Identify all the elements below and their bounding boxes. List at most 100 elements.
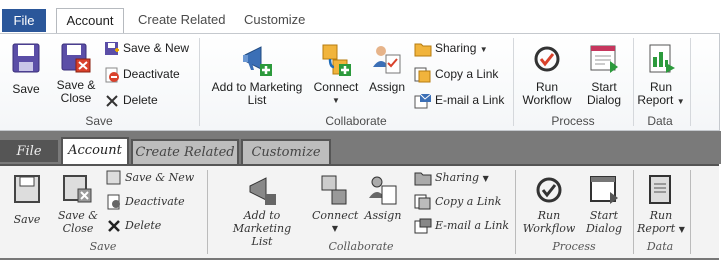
save-new-icon — [105, 41, 119, 55]
sketch-tab-file[interactable]: File — [0, 140, 58, 162]
tab-customize[interactable]: Customize — [244, 8, 305, 32]
group-divider — [199, 38, 200, 126]
save-button-label: Save — [12, 82, 40, 96]
sketch-tab-customize[interactable]: Customize — [241, 139, 331, 165]
sketch-group-label-collaborate: Collaborate — [328, 240, 394, 253]
sketch-assign-button[interactable]: Assign — [360, 174, 406, 222]
ribbon-tab-strip: File Account Create Related Customize — [0, 0, 721, 35]
sketch-copy-link-label: Copy a Link — [435, 195, 502, 208]
sketch-save-new-label: Save & New — [125, 171, 195, 184]
sketch-start-dialog-button[interactable]: Start Dialog — [580, 174, 628, 235]
sketch-run-report-dropdown-arrow[interactable]: ▼ — [679, 225, 685, 234]
sketch-delete-icon — [108, 220, 120, 232]
email-link-button[interactable]: E-mail a Link — [414, 90, 504, 110]
sketch-tab-account[interactable]: Account — [61, 137, 129, 167]
sketch-copy-link-button[interactable]: Copy a Link — [414, 192, 501, 212]
sketch-save-close-button[interactable]: Save & Close — [54, 174, 102, 235]
sketch-assign-label: Assign — [364, 209, 402, 222]
save-button[interactable]: Save — [6, 43, 46, 96]
copy-link-button[interactable]: Copy a Link — [414, 64, 498, 84]
sketch-group-label-data: Data — [646, 240, 674, 253]
start-dialog-button[interactable]: Start Dialog — [580, 43, 628, 107]
run-report-button[interactable]: Run Report ▼ — [636, 43, 686, 108]
ribbon-body: Save Save & Close Save & New Deactivate … — [0, 33, 720, 131]
sketch-deactivate-label: Deactivate — [125, 195, 185, 208]
delete-button[interactable]: Delete — [104, 90, 158, 110]
run-workflow-button[interactable]: Run Workflow — [518, 43, 576, 107]
megaphone-icon — [243, 46, 272, 76]
sketch-tab-create-related[interactable]: Create Related — [131, 139, 239, 165]
sketch-delete-label: Delete — [125, 219, 162, 232]
save-new-button[interactable]: Save & New — [104, 38, 189, 58]
run-report-label-2: Report ▼ — [636, 94, 686, 108]
connect-button[interactable]: Connect ▼ — [312, 43, 360, 107]
sketch-run-report-button[interactable]: Run Report ▼ — [636, 174, 686, 236]
save-new-label: Save & New — [123, 41, 190, 55]
run-workflow-label-2: Workflow — [522, 93, 572, 107]
sketch-sharing-icon — [414, 172, 432, 186]
sharing-icon — [414, 43, 432, 57]
sketch-delete-button[interactable]: Delete — [106, 216, 161, 236]
group-label-save: Save — [85, 114, 113, 128]
dialog-icon — [590, 45, 618, 73]
run-report-dropdown-arrow[interactable]: ▼ — [677, 97, 685, 106]
sketch-sharing-button[interactable]: Sharing ▼ — [414, 168, 489, 188]
sharing-dropdown-arrow[interactable]: ▼ — [480, 45, 488, 54]
group-divider — [690, 38, 691, 126]
sketch-sharing-label: Sharing — [435, 171, 480, 184]
sketch-tab-strip: File Account Create Related Customize — [0, 131, 721, 167]
sketch-sharing-dropdown-arrow[interactable]: ▼ — [483, 174, 489, 183]
sketch-report-icon — [649, 175, 671, 204]
sketch-floppy-icon — [14, 175, 40, 203]
sketch-megaphone-icon — [249, 177, 276, 205]
sketch-save-close-label-1: Save & — [57, 209, 99, 222]
sketch-add-to-marketing-label-1: Add to Marketing — [232, 209, 292, 235]
email-link-icon — [414, 93, 432, 109]
deactivate-icon — [105, 67, 119, 83]
sketch-ribbon-body: Save Save & Close Save & New Deactivate … — [0, 164, 719, 260]
email-link-label: E-mail a Link — [435, 93, 505, 107]
sketch-save-new-button[interactable]: Save & New — [106, 168, 194, 188]
sketch-connect-icon — [321, 175, 347, 205]
save-close-icon — [61, 43, 91, 73]
sharing-button[interactable]: Sharing ▼ — [414, 38, 488, 58]
sketch-run-report-label-1: Run — [649, 209, 673, 222]
sketch-connect-dropdown-arrow[interactable]: ▼ — [312, 222, 358, 235]
add-to-marketing-list-button[interactable]: Add to Marketing List — [206, 43, 308, 107]
sketch-run-report-label-2-text: Report — [637, 222, 676, 235]
deactivate-button[interactable]: Deactivate — [104, 64, 180, 84]
sketch-save-button[interactable]: Save — [6, 174, 48, 226]
sketch-deactivate-icon — [107, 194, 120, 210]
ribbon-sketch: File Account Create Related Customize Sa… — [0, 131, 721, 262]
ribbon-color: File Account Create Related Customize Sa… — [0, 0, 721, 131]
assign-button[interactable]: Assign — [364, 43, 410, 94]
sketch-start-dialog-label-1: Start — [589, 209, 619, 222]
assign-label: Assign — [368, 80, 406, 94]
tab-file[interactable]: File — [2, 9, 46, 32]
sketch-deactivate-button[interactable]: Deactivate — [106, 192, 185, 212]
group-label-collaborate: Collaborate — [325, 114, 387, 128]
sketch-run-workflow-label-1: Run — [537, 209, 561, 222]
deactivate-label: Deactivate — [123, 67, 180, 81]
tab-create-related[interactable]: Create Related — [138, 8, 225, 32]
group-divider — [513, 38, 514, 126]
report-icon — [649, 44, 675, 73]
sketch-divider — [690, 170, 691, 254]
save-close-label-2: Close — [60, 91, 92, 105]
sketch-connect-button[interactable]: Connect ▼ — [312, 174, 358, 235]
sketch-email-link-button[interactable]: E-mail a Link — [414, 216, 509, 236]
connect-dropdown-arrow[interactable]: ▼ — [312, 94, 360, 107]
sketch-group-label-save: Save — [89, 240, 117, 253]
sketch-save-new-icon — [106, 170, 121, 185]
run-report-label-2-text: Report — [637, 93, 674, 107]
save-close-button[interactable]: Save & Close — [52, 43, 100, 105]
assign-icon — [373, 46, 401, 74]
sketch-group-label-process: Process — [552, 240, 596, 253]
sketch-email-link-icon — [414, 218, 432, 234]
start-dialog-label-2: Dialog — [586, 93, 622, 107]
copy-link-icon — [414, 67, 431, 83]
floppy-disk-icon — [12, 43, 40, 73]
tab-account[interactable]: Account — [56, 8, 124, 35]
sketch-run-workflow-button[interactable]: Run Workflow — [520, 174, 578, 235]
sketch-add-to-marketing-button[interactable]: Add to Marketing List — [214, 174, 310, 248]
